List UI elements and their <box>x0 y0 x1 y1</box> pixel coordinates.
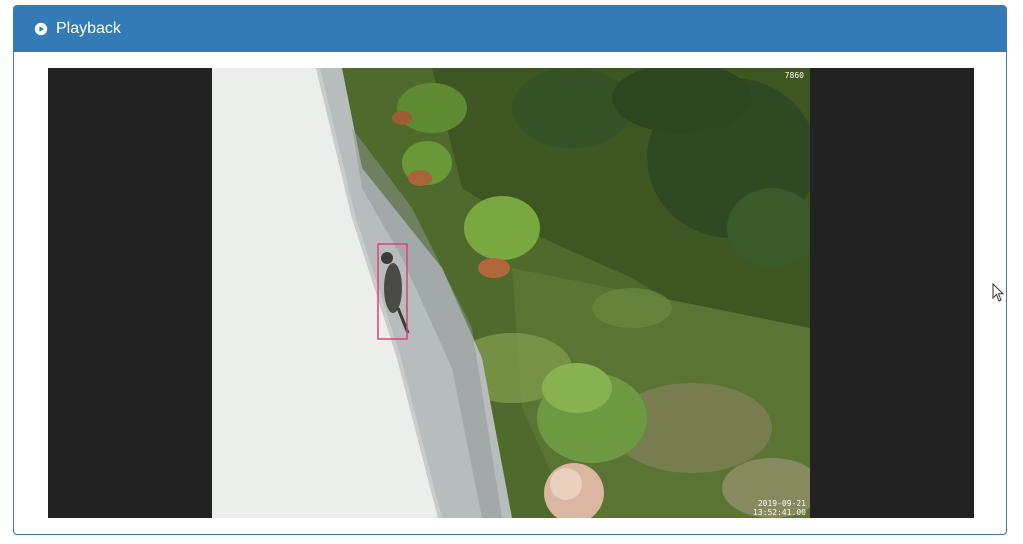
camera-label: 7860 <box>785 71 804 80</box>
play-circle-icon <box>34 22 48 36</box>
timestamp-date: 2019-09-21 <box>758 499 806 508</box>
video-player[interactable]: 7860 2019-09-21 13:52:41.00 <box>48 68 974 518</box>
camera-scene-image: 7860 2019-09-21 13:52:41.00 <box>212 68 810 518</box>
timestamp-time: 13:52:41.00 <box>753 508 806 517</box>
video-frame[interactable]: 7860 2019-09-21 13:52:41.00 <box>212 68 810 518</box>
playback-panel: Playback 7860 2019-09-21 13:52:41.00 <box>13 5 1007 535</box>
mouse-cursor-icon <box>992 282 1006 303</box>
panel-title: Playback <box>56 20 121 37</box>
panel-header: Playback <box>14 6 1006 52</box>
